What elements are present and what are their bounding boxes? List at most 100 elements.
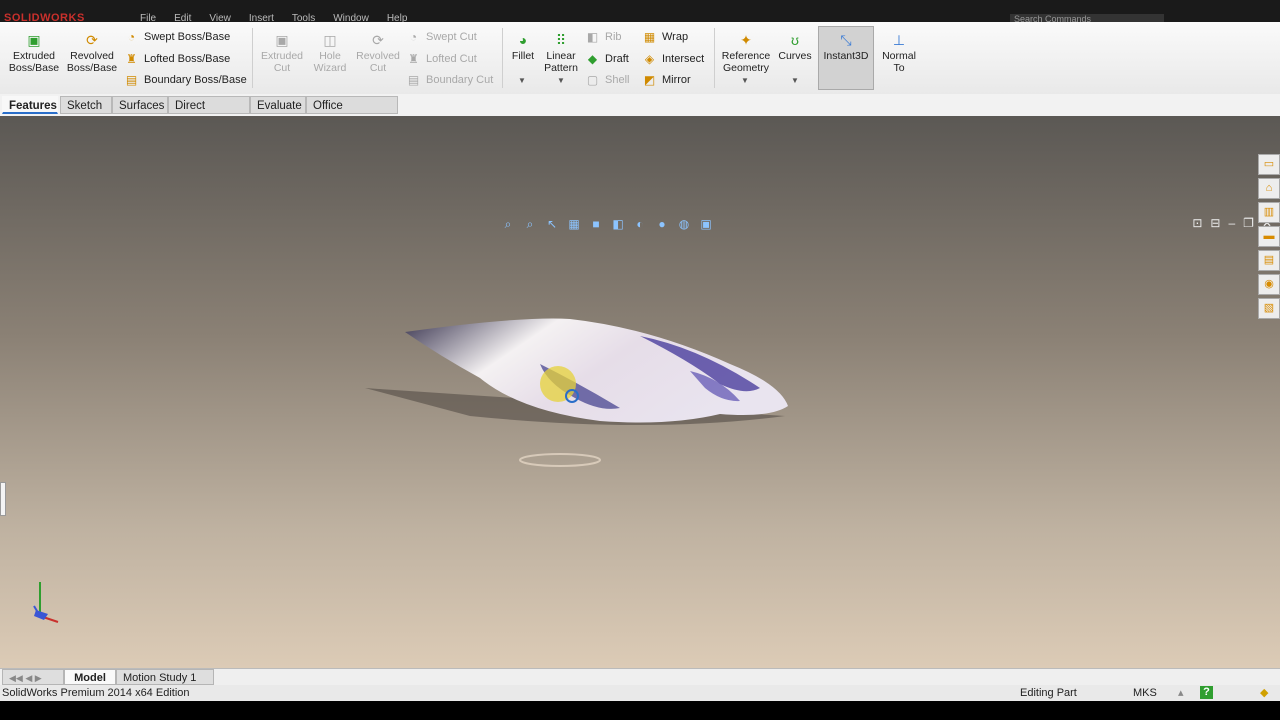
app-logo: SOLIDWORKS bbox=[4, 12, 85, 22]
menu-view[interactable]: View bbox=[209, 13, 231, 22]
view-palette-icon[interactable]: ▤ bbox=[1258, 250, 1280, 271]
lofted-boss-icon: ♜ bbox=[126, 51, 137, 66]
float-icon[interactable]: ⊟ bbox=[1210, 216, 1220, 230]
menu-insert[interactable]: Insert bbox=[249, 13, 274, 22]
extruded-cut-button[interactable]: ▣ Extruded Cut bbox=[256, 32, 308, 74]
curves-dropdown-icon[interactable]: ▼ bbox=[791, 76, 799, 85]
tab-sketch[interactable]: Sketch bbox=[60, 96, 112, 114]
ribbon-separator bbox=[252, 28, 253, 88]
revolved-cut-button[interactable]: ⟳ Revolved Cut bbox=[352, 32, 404, 74]
tab-office-products[interactable]: Office Products bbox=[306, 96, 398, 130]
shell-button[interactable]: ▢ Shell bbox=[585, 71, 630, 89]
curves-label: Curves bbox=[778, 50, 812, 62]
swept-cut-icon: ◔ bbox=[409, 29, 418, 44]
fillet-icon: ◕ bbox=[518, 32, 528, 48]
zoom-to-fit-icon[interactable]: ⌕ bbox=[500, 216, 516, 232]
custom-properties-icon[interactable]: ▧ bbox=[1258, 298, 1280, 319]
swept-cut-label: Swept Cut bbox=[426, 31, 477, 43]
hole-wizard-label: Hole Wizard bbox=[313, 50, 347, 74]
apply-scene-icon[interactable]: ◍ bbox=[676, 216, 692, 232]
revolved-boss-button[interactable]: ⟳ Revolved Boss/Base bbox=[66, 32, 118, 74]
editing-mode-text: Editing Part bbox=[1020, 687, 1077, 699]
mirror-icon: ◩ bbox=[643, 72, 656, 87]
resources-icon[interactable]: ▭ bbox=[1258, 154, 1280, 175]
tile-icon[interactable]: ⊡ bbox=[1192, 216, 1202, 230]
zoom-to-area-icon[interactable]: ⌕ bbox=[522, 216, 538, 232]
reference-geometry-dropdown-icon[interactable]: ▼ bbox=[741, 76, 749, 85]
tab-surfaces[interactable]: Surfaces bbox=[112, 96, 168, 114]
fillet-dropdown-icon[interactable]: ▼ bbox=[518, 76, 526, 85]
view-settings-icon[interactable]: ▣ bbox=[698, 216, 714, 232]
tab-features[interactable]: Features bbox=[2, 96, 58, 114]
design-library-icon[interactable]: ▥ bbox=[1258, 202, 1280, 223]
fillet-label: Fillet bbox=[511, 50, 535, 62]
menu-window[interactable]: Window bbox=[333, 13, 369, 22]
intersect-label: Intersect bbox=[662, 53, 705, 65]
lofted-boss-label: Lofted Boss/Base bbox=[144, 53, 231, 65]
draft-button[interactable]: ◆ Draft bbox=[585, 50, 629, 68]
extruded-boss-button[interactable]: ▣ Extruded Boss/Base bbox=[8, 32, 60, 74]
tab-direct-editing[interactable]: Direct Editing bbox=[168, 96, 250, 130]
command-manager: ▣ Extruded Boss/Base ⟳ Revolved Boss/Bas… bbox=[0, 22, 1280, 95]
instant3d-icon: ⤡ bbox=[840, 32, 852, 48]
linear-pattern-icon: ⠿ bbox=[555, 32, 567, 48]
boundary-boss-icon: ▤ bbox=[125, 72, 138, 87]
intersect-icon: ◈ bbox=[644, 51, 655, 66]
units-dropdown-icon[interactable]: ▴ bbox=[1178, 685, 1184, 701]
file-explorer-icon[interactable]: ▬ bbox=[1258, 226, 1280, 247]
hide-show-items-icon[interactable]: ◐ bbox=[632, 216, 648, 232]
fillet-button[interactable]: ◕ Fillet bbox=[506, 32, 540, 62]
units-button[interactable]: MKS bbox=[1133, 685, 1157, 701]
cursor-highlight bbox=[540, 366, 576, 402]
view-orientation-icon[interactable]: ■ bbox=[588, 216, 604, 232]
feature-manager-expand-handle[interactable] bbox=[0, 482, 6, 516]
revolved-cut-icon: ⟳ bbox=[372, 32, 384, 48]
tab-navigation-arrows[interactable]: ◀◀ ◀ ▶ ▶▶ bbox=[2, 669, 64, 699]
swept-cut-button[interactable]: ◔ Swept Cut bbox=[406, 28, 477, 46]
rib-button[interactable]: ◧ Rib bbox=[585, 28, 622, 46]
boundary-boss-button[interactable]: ▤ Boundary Boss/Base bbox=[124, 71, 247, 89]
section-view-icon[interactable]: ▦ bbox=[566, 216, 582, 232]
home-icon[interactable]: ⌂ bbox=[1258, 178, 1280, 199]
tab-motion-study[interactable]: Motion Study 1 bbox=[116, 669, 214, 685]
edit-appearance-icon[interactable]: ● bbox=[654, 216, 670, 232]
restore-icon[interactable]: ❐ bbox=[1243, 216, 1254, 230]
mirror-button[interactable]: ◩ Mirror bbox=[642, 71, 691, 89]
menu-edit[interactable]: Edit bbox=[174, 13, 191, 22]
lofted-cut-label: Lofted Cut bbox=[426, 53, 477, 65]
swept-boss-label: Swept Boss/Base bbox=[144, 31, 231, 43]
menu-help[interactable]: Help bbox=[387, 13, 408, 22]
hole-wizard-button[interactable]: ◫ Hole Wizard bbox=[304, 32, 356, 74]
wrap-button[interactable]: ▦ Wrap bbox=[642, 28, 688, 46]
linear-pattern-dropdown-icon[interactable]: ▼ bbox=[557, 76, 565, 85]
boundary-cut-label: Boundary Cut bbox=[426, 74, 494, 86]
reference-geometry-button[interactable]: ✦ Reference Geometry bbox=[718, 32, 774, 74]
menu-file[interactable]: File bbox=[140, 13, 156, 22]
lofted-cut-button[interactable]: ♜ Lofted Cut bbox=[406, 50, 477, 68]
boundary-cut-button[interactable]: ▤ Boundary Cut bbox=[406, 71, 493, 89]
swept-boss-button[interactable]: ◔ Swept Boss/Base bbox=[124, 28, 230, 46]
menu-tools[interactable]: Tools bbox=[292, 13, 315, 22]
rebuild-icon[interactable]: ◆ bbox=[1260, 685, 1268, 701]
normal-to-button[interactable]: ⊥ Normal To bbox=[876, 32, 922, 74]
command-manager-tabs: Features Sketch Surfaces Direct Editing … bbox=[0, 94, 1280, 130]
help-icon[interactable]: ? bbox=[1200, 686, 1213, 699]
lofted-boss-button[interactable]: ♜ Lofted Boss/Base bbox=[124, 50, 230, 68]
tab-model[interactable]: Model bbox=[64, 669, 116, 685]
instant3d-button[interactable]: ⤡ Instant3D bbox=[820, 32, 872, 62]
curves-icon: ʊ bbox=[791, 32, 799, 48]
model-reflection bbox=[519, 453, 601, 467]
search-commands-input[interactable]: Search Commands bbox=[1010, 14, 1164, 22]
appearances-icon[interactable]: ◉ bbox=[1258, 274, 1280, 295]
draft-icon: ◆ bbox=[587, 51, 598, 66]
display-style-icon[interactable]: ◧ bbox=[610, 216, 626, 232]
minimize-icon[interactable]: – bbox=[1228, 216, 1235, 230]
intersect-button[interactable]: ◈ Intersect bbox=[642, 50, 704, 68]
graphics-area[interactable]: ⌕ ⌕ ↖ ▦ ■ ◧ ◐ ● ◍ ▣ ⊡ ⊟ – ❐ ✕ bbox=[0, 116, 1280, 668]
wrap-label: Wrap bbox=[662, 31, 689, 43]
tab-evaluate[interactable]: Evaluate bbox=[250, 96, 306, 114]
previous-view-icon[interactable]: ↖ bbox=[544, 216, 560, 232]
linear-pattern-button[interactable]: ⠿ Linear Pattern bbox=[540, 32, 582, 74]
revolved-cut-label: Revolved Cut bbox=[356, 50, 400, 74]
curves-button[interactable]: ʊ Curves bbox=[776, 32, 814, 62]
